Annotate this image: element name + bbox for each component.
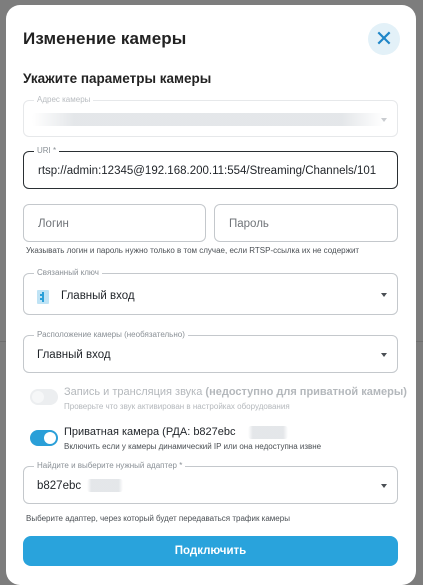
audio-toggle[interactable] (30, 389, 58, 405)
edit-camera-dialog: Изменение камеры ✕ Укажите параметры кам… (6, 5, 416, 585)
key-icon (37, 290, 49, 304)
redacted-private-id (248, 426, 288, 439)
chevron-down-icon (381, 118, 387, 122)
audio-title-text: Запись и трансляция звука (64, 386, 203, 398)
close-icon: ✕ (374, 26, 394, 51)
dialog-title: Изменение камеры (23, 29, 187, 48)
redacted-address (32, 113, 384, 126)
credentials-hint: Указывать логин и пароль нужно только в … (26, 246, 360, 255)
chevron-down-icon (381, 484, 387, 488)
audio-option-subtitle: Проверьте что звук активирован в настрой… (64, 402, 290, 411)
toggle-knob (32, 391, 44, 403)
password-placeholder: Пароль (229, 218, 269, 230)
camera-location-select[interactable]: Расположение камеры (необязательно) Глав… (23, 329, 398, 373)
login-placeholder: Логин (38, 218, 69, 230)
linked-key-label: Связанный ключ (34, 267, 102, 279)
uri-label: URI * (34, 145, 60, 157)
camera-address-select[interactable]: Адрес камеры (23, 94, 398, 137)
uri-value: rtsp://admin:12345@192.168.200.11:554/St… (38, 165, 377, 177)
audio-title-suffix: (недоступно для приватной камеры) (205, 386, 407, 398)
private-camera-toggle[interactable] (30, 430, 58, 446)
backdrop-divider (416, 341, 423, 342)
camera-location-value: Главный вход (37, 349, 111, 361)
toggle-knob (44, 432, 56, 444)
audio-option-title: Запись и трансляция звука (недоступно дл… (64, 386, 407, 398)
login-input[interactable]: Логин (23, 204, 206, 242)
adapter-value: b827ebc (37, 480, 82, 492)
chevron-down-icon (381, 353, 387, 357)
redacted-adapter (87, 479, 123, 492)
adapter-label: Найдите и выберите нужный адаптер * (34, 460, 186, 472)
connect-button[interactable]: Подключить (23, 536, 398, 566)
linked-key-select[interactable]: Связанный ключ Главный вход (23, 267, 398, 315)
password-input[interactable]: Пароль (214, 204, 398, 242)
section-title: Укажите параметры камеры (23, 71, 212, 86)
private-option-subtitle: Включить если у камеры динамический IP и… (64, 442, 322, 451)
uri-input[interactable]: URI * rtsp://admin:12345@192.168.200.11:… (23, 145, 398, 189)
adapter-hint: Выберите адаптер, через который будет пе… (26, 514, 290, 523)
adapter-select[interactable]: Найдите и выберите нужный адаптер * b827… (23, 460, 398, 504)
private-option-title: Приватная камера (РДА: b827ebc (64, 426, 236, 438)
linked-key-value: Главный вход (61, 290, 135, 302)
camera-address-label: Адрес камеры (34, 94, 94, 106)
close-button[interactable]: ✕ (368, 23, 400, 55)
chevron-down-icon (381, 293, 387, 297)
camera-location-label: Расположение камеры (необязательно) (34, 329, 188, 341)
